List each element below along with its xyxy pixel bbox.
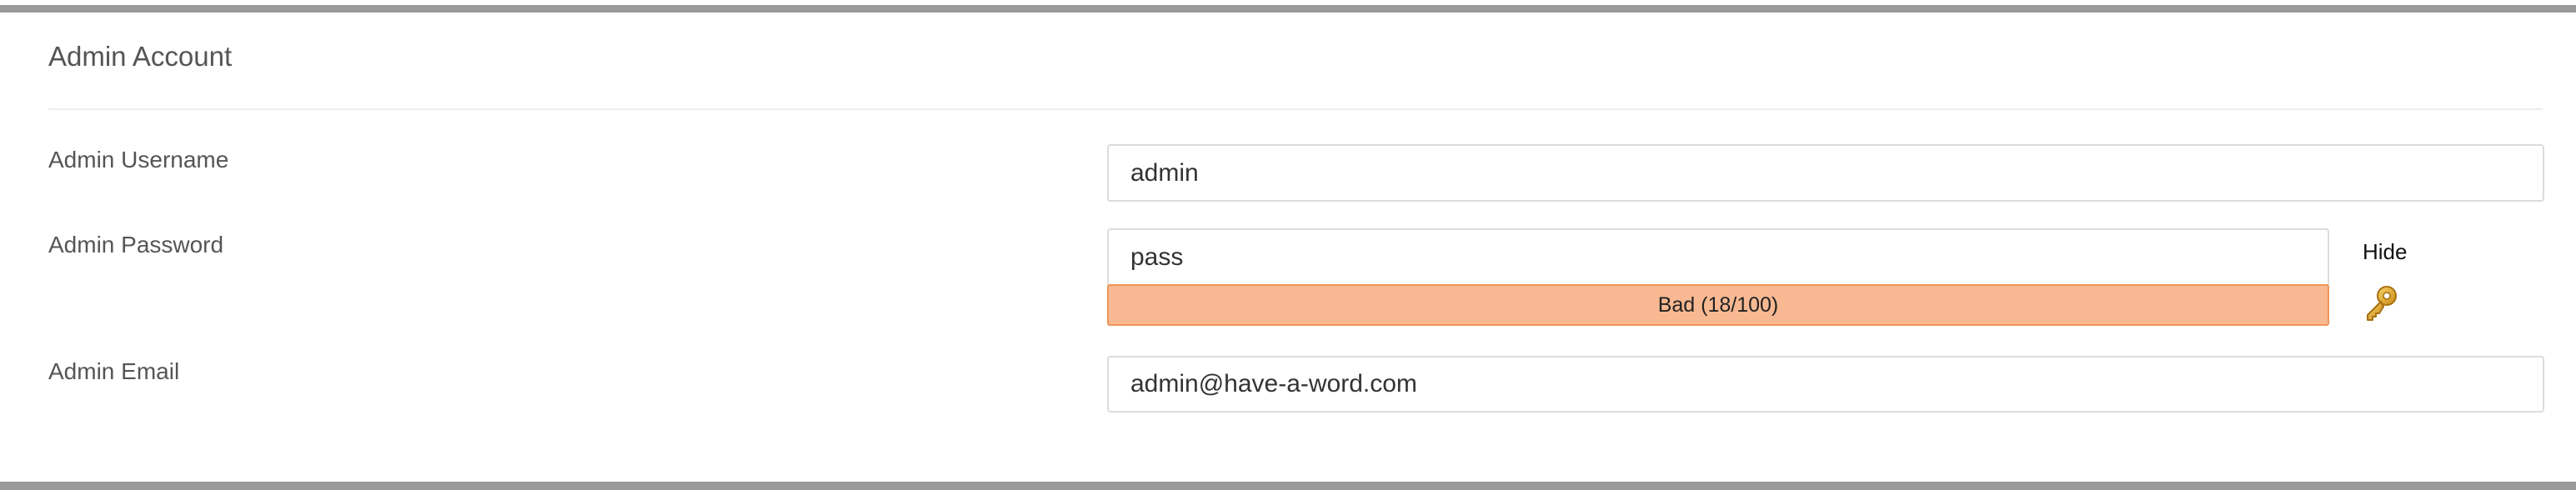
email-label: Admin Email bbox=[48, 358, 180, 384]
password-input[interactable] bbox=[1107, 228, 2329, 287]
password-label: Admin Password bbox=[48, 232, 224, 258]
section-title: Admin Account bbox=[48, 41, 233, 72]
top-border bbox=[0, 5, 2576, 12]
password-strength-meter: Bad (18/100) bbox=[1107, 284, 2329, 326]
email-input[interactable] bbox=[1107, 356, 2544, 412]
key-icon[interactable] bbox=[2361, 283, 2401, 323]
section-divider bbox=[48, 108, 2543, 110]
username-label: Admin Username bbox=[48, 147, 229, 172]
username-input[interactable] bbox=[1107, 144, 2544, 202]
hide-password-toggle[interactable]: Hide bbox=[2363, 237, 2407, 267]
bottom-border bbox=[0, 482, 2576, 490]
password-strength-text: Bad (18/100) bbox=[1657, 293, 1779, 317]
